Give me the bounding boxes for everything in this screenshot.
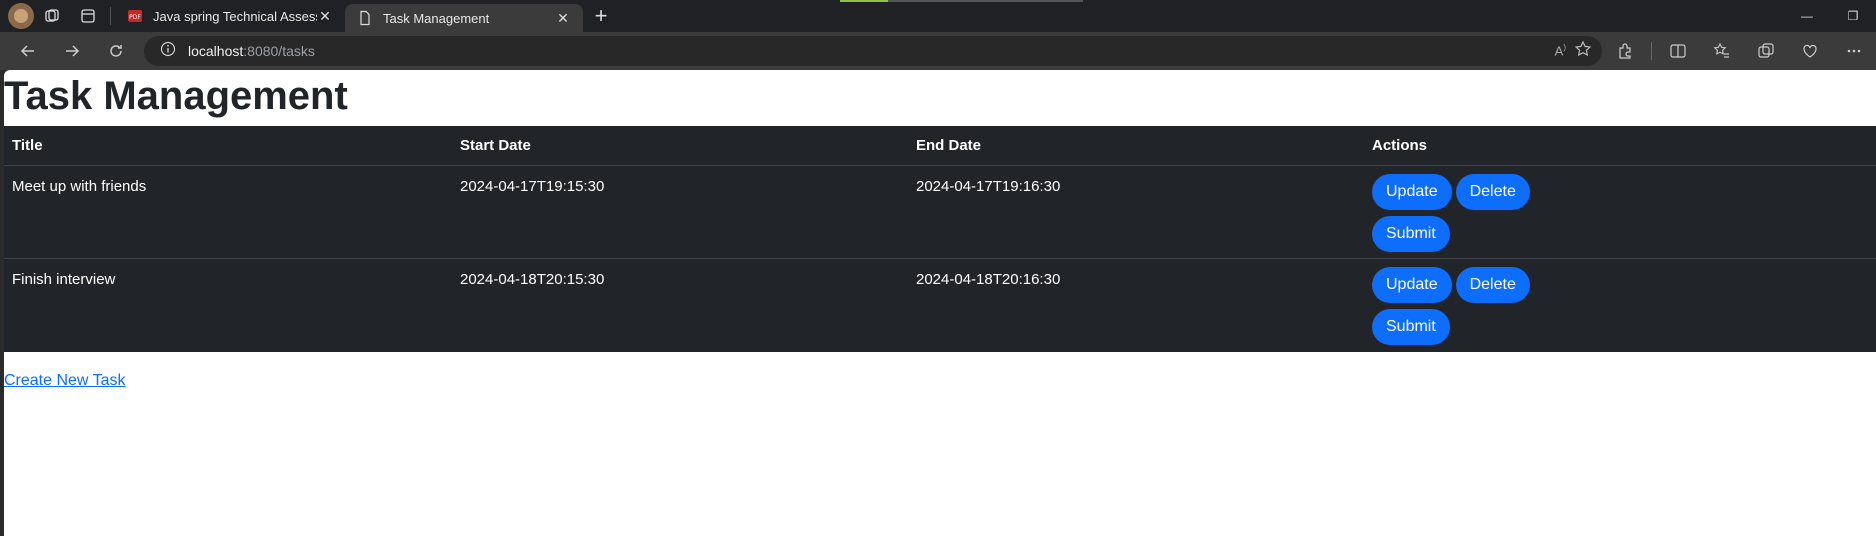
close-icon[interactable]: ✕ [317,8,333,24]
favorites-icon[interactable] [1700,32,1744,70]
column-header-start-date: Start Date [460,137,531,154]
table-header-row: Title Start Date End Date Actions [4,126,1876,166]
read-aloud-icon[interactable]: A) [1555,43,1566,58]
drag-region [888,0,1083,2]
collections-icon[interactable] [1744,32,1788,70]
info-icon[interactable] [160,41,176,62]
workspaces-icon[interactable] [34,0,70,32]
reload-button[interactable] [94,32,138,70]
delete-button[interactable]: Delete [1455,174,1530,210]
favorite-star-icon[interactable] [1574,40,1592,63]
create-new-task-link[interactable]: Create New Task [4,372,126,390]
column-header-actions: Actions [1372,137,1428,154]
pdf-icon: PDF [127,8,143,24]
task-end-date: 2024-04-18T20:16:30 [916,271,1061,288]
extensions-icon[interactable] [1603,32,1647,70]
back-button[interactable] [6,32,50,70]
profile-avatar[interactable] [8,3,34,29]
tab-java-spring-assessment[interactable]: PDF Java spring Technical Assessment ✕ [115,0,345,32]
svg-text:PDF: PDF [129,14,141,21]
task-title: Finish interview [12,271,116,288]
url-host: localhost [188,43,244,59]
tab-label: Java spring Technical Assessment [153,8,317,24]
column-header-title: Title [12,137,43,154]
page-title: Task Management [4,74,348,118]
page-content: Task Management Title Start Date End Dat… [4,70,1876,536]
task-end-date: 2024-04-17T19:16:30 [916,178,1061,195]
delete-button[interactable]: Delete [1455,267,1530,303]
update-button[interactable]: Update [1372,267,1452,303]
split-screen-icon[interactable] [1656,32,1700,70]
close-icon[interactable]: ✕ [555,10,571,26]
forward-button[interactable] [50,32,94,70]
submit-button[interactable]: Submit [1372,216,1450,252]
submit-button[interactable]: Submit [1372,309,1450,345]
tasks-table: Title Start Date End Date Actions Meet u… [4,126,1876,352]
vertical-tabs-icon[interactable] [70,0,106,32]
minimize-button[interactable]: — [1784,0,1830,32]
task-title: Meet up with friends [12,178,147,195]
address-bar-row: localhost:8080/tasks A) [0,32,1876,70]
browser-tab-bar: PDF Java spring Technical Assessment ✕ T… [0,0,1876,32]
column-header-end-date: End Date [916,137,982,154]
browser-essentials-icon[interactable] [1788,32,1832,70]
url-field[interactable]: localhost:8080/tasks A) [144,36,1602,66]
tab-task-management[interactable]: Task Management ✕ [345,4,583,32]
more-menu-icon[interactable] [1832,32,1876,70]
table-row: Meet up with friends 2024-04-17T19:15:30… [4,166,1876,259]
drag-region [840,0,888,2]
table-row: Finish interview 2024-04-18T20:15:30 202… [4,259,1876,352]
update-button[interactable]: Update [1372,174,1452,210]
restore-button[interactable]: ❐ [1830,0,1876,32]
new-tab-button[interactable]: + [583,0,619,32]
url-path: :8080/tasks [243,43,315,59]
task-start-date: 2024-04-18T20:15:30 [460,271,605,288]
tab-label: Task Management [383,10,490,26]
task-start-date: 2024-04-17T19:15:30 [460,178,605,195]
page-icon [357,10,373,26]
